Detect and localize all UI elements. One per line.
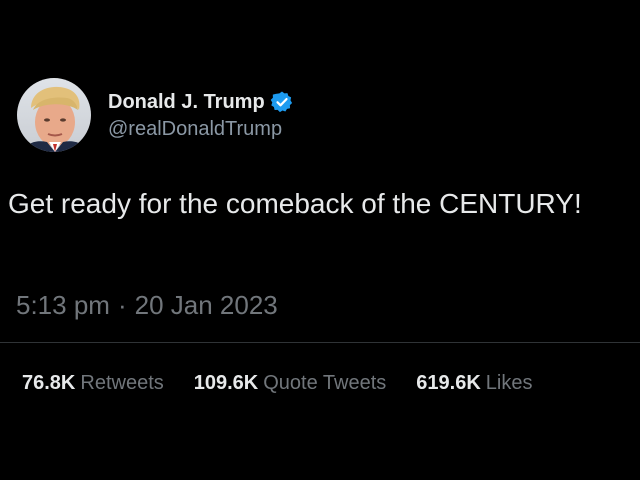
tweet-header: Donald J. Trump @realDonaldTrump (17, 78, 294, 152)
retweets-label: Retweets (80, 372, 164, 394)
likes-count: 619.6K (416, 372, 481, 394)
tweet-timestamp[interactable]: 5:13 pm · 20 Jan 2023 (16, 290, 278, 321)
retweets-stat[interactable]: 76.8K Retweets (22, 372, 164, 395)
verified-badge-icon (270, 90, 294, 114)
avatar-photo-icon (17, 78, 91, 152)
name-row: Donald J. Trump (108, 89, 294, 115)
likes-label: Likes (485, 372, 533, 394)
retweets-count: 76.8K (22, 372, 76, 394)
quote-tweets-label: Quote Tweets (263, 372, 387, 394)
divider (0, 342, 640, 343)
tweet-date: 20 Jan 2023 (134, 290, 278, 320)
likes-stat[interactable]: 619.6K Likes (416, 372, 532, 395)
tweet-card: Donald J. Trump @realDonaldTrump Get rea… (0, 0, 640, 480)
tweet-stats: 76.8K Retweets 109.6K Quote Tweets 619.6K L… (22, 372, 563, 395)
avatar[interactable] (17, 78, 91, 152)
quote-tweets-count: 109.6K (193, 372, 259, 394)
quote-tweets-stat[interactable]: 109.6K Quote Tweets (194, 372, 387, 395)
timestamp-separator: · (117, 290, 127, 320)
tweet-text: Get ready for the comeback of the CENTUR… (8, 188, 582, 219)
display-name[interactable]: Donald J. Trump (108, 91, 265, 114)
user-handle[interactable]: @realDonaldTrump (108, 118, 294, 141)
tweet-time: 5:13 pm (16, 290, 110, 320)
user-identity: Donald J. Trump @realDonaldTrump (108, 89, 294, 141)
